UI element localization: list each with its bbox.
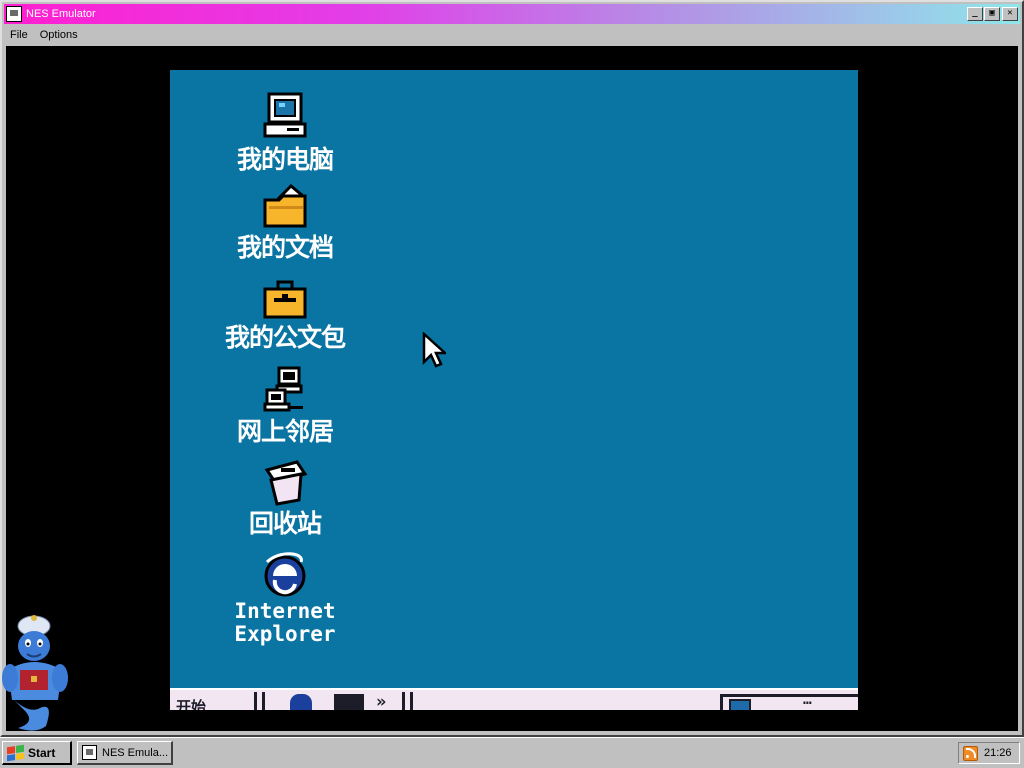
nes-taskbar-separator [254, 692, 257, 710]
close-button[interactable]: ✕ [1002, 7, 1018, 21]
windows-logo-icon [7, 744, 24, 761]
desktop-icon-network-neighborhood[interactable]: 网上邻居 [220, 366, 350, 446]
internet-explorer-icon [264, 552, 306, 597]
nes-taskbar-separator [410, 692, 413, 710]
nes-taskbar-separator [262, 692, 265, 710]
restore-button[interactable]: ▣ [984, 7, 1000, 21]
menu-bar: File Options [4, 25, 1020, 44]
taskbar-button-nes-emulator[interactable]: NES Emula... [77, 741, 173, 765]
emulator-client-area[interactable]: 我的电脑 我的文档 我的公文包 网上邻居 回收站 Internet Explor… [6, 46, 1018, 731]
emulator-window: NES Emulator _ ▣ ✕ File Options 我的电脑 我的文… [0, 0, 1024, 737]
desktop-icon-my-documents[interactable]: 我的文档 [220, 184, 350, 262]
desktop-icon-label: 我的电脑 [236, 145, 334, 174]
clock[interactable]: 21:26 [984, 747, 1012, 759]
start-label: Start [28, 745, 56, 760]
desktop-icon-internet-explorer[interactable]: Internet Explorer [220, 552, 350, 646]
title-bar[interactable]: NES Emulator _ ▣ ✕ [4, 4, 1020, 24]
taskbar: Start NES Emula... 21:26 [0, 737, 1024, 768]
nes-tray-icon[interactable] [729, 699, 751, 710]
app-icon[interactable] [6, 6, 22, 22]
mouse-cursor-icon [422, 332, 446, 368]
system-tray: 21:26 [958, 742, 1020, 764]
desktop-icon-my-computer[interactable]: 我的电脑 [220, 92, 350, 174]
desktop-icon-label: 我的文档 [236, 233, 334, 262]
network-neighborhood-icon [263, 366, 303, 412]
desktop-icon-label: 回收站 [248, 509, 322, 538]
desktop-icon-label: 网上邻居 [236, 417, 334, 446]
nes-system-tray: ⋯ [720, 694, 858, 710]
desktop-icon-label: 我的公文包 [224, 323, 346, 352]
minimize-button[interactable]: _ [967, 7, 983, 21]
nes-tray-clock-fragment: ⋯ [803, 695, 812, 710]
nes-quicklaunch-ie-icon[interactable] [290, 694, 312, 710]
genie-agent-icon[interactable] [0, 612, 70, 734]
my-computer-icon [263, 92, 307, 138]
desktop-icon-my-briefcase[interactable]: 我的公文包 [220, 280, 350, 352]
menu-file[interactable]: File [10, 29, 28, 41]
recycle-bin-icon [264, 460, 308, 506]
window-title: NES Emulator [26, 8, 96, 20]
nes-start-button[interactable]: 开始 [176, 696, 206, 710]
window-controls: _ ▣ ✕ [967, 7, 1018, 21]
briefcase-icon [263, 280, 307, 319]
menu-options[interactable]: Options [40, 29, 78, 41]
my-documents-icon [263, 184, 307, 228]
nes-taskbar-separator [402, 692, 405, 710]
nes-quicklaunch-desktop-icon[interactable] [334, 694, 364, 710]
start-button[interactable]: Start [2, 741, 72, 765]
nes-screen[interactable]: 我的电脑 我的文档 我的公文包 网上邻居 回收站 Internet Explor… [170, 70, 858, 710]
desktop-icon-label-line1: Internet [234, 599, 336, 623]
taskbar-button-label: NES Emula... [102, 746, 169, 759]
nes-emulator-icon [82, 745, 97, 760]
rss-feed-icon[interactable] [963, 745, 978, 761]
desktop-icon-recycle-bin[interactable]: 回收站 [220, 460, 350, 538]
desktop-icon-label-line2: Explorer [234, 622, 336, 646]
nes-chevron-icon[interactable]: » [376, 692, 386, 710]
nes-taskbar: 开始 » ⋯ [170, 688, 858, 710]
